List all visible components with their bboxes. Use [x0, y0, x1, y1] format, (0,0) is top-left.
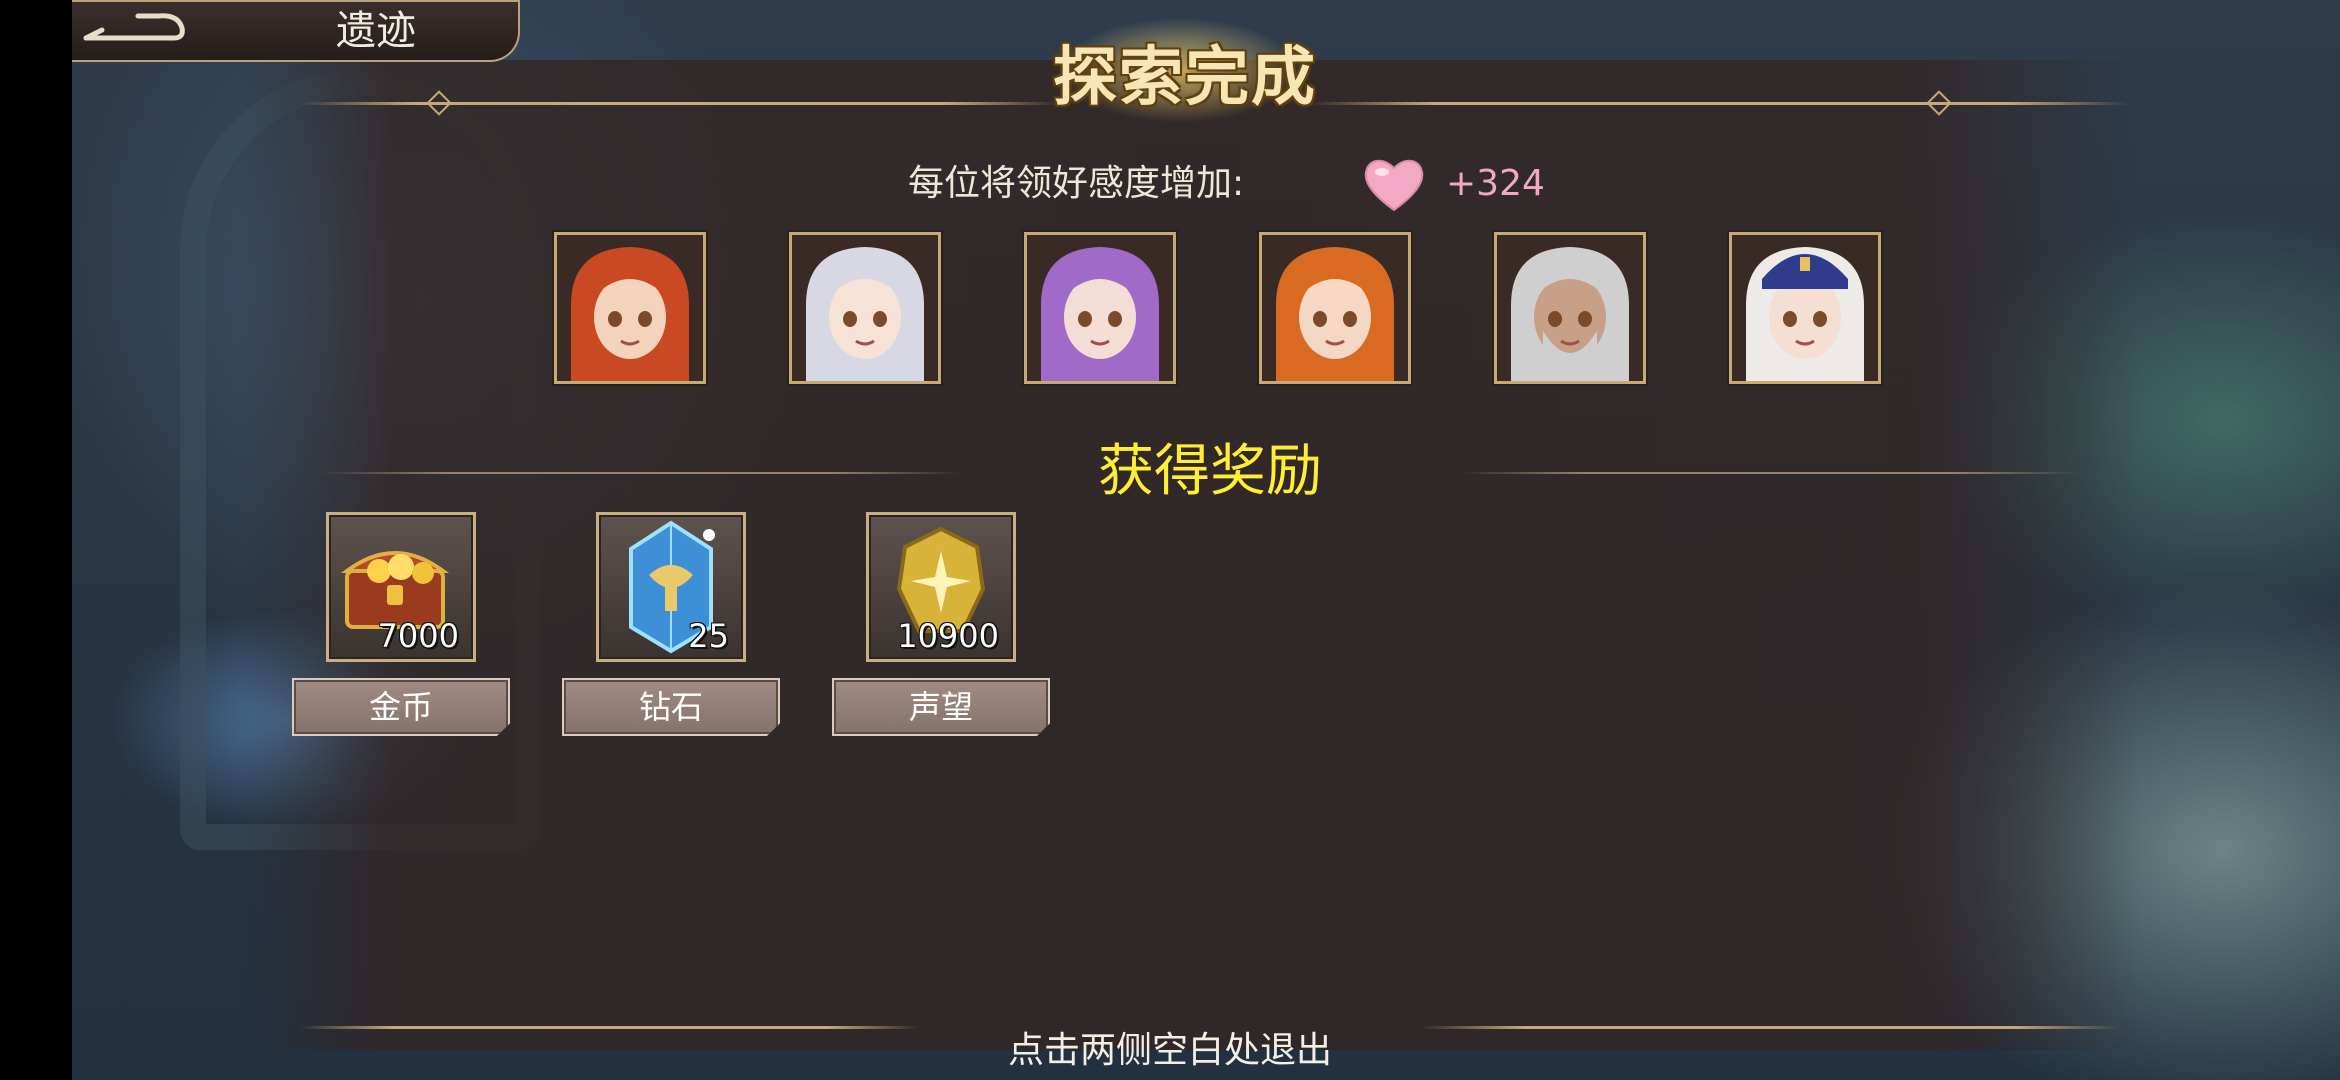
portrait-art — [1262, 235, 1408, 381]
reward-quantity: 7000 — [377, 617, 459, 655]
character-portrait-silver-hair[interactable] — [789, 232, 941, 384]
bottom-divider-left — [300, 1026, 920, 1029]
character-portrait-white-hair-cap[interactable] — [1729, 232, 1881, 384]
back-button[interactable] — [78, 4, 188, 54]
rewards-divider-right — [1460, 472, 2080, 474]
portrait-art — [1497, 235, 1643, 381]
heart-icon — [1362, 154, 1426, 214]
reward-label-gold: 金币 — [292, 678, 510, 736]
exit-hint: 点击两侧空白处退出 — [1007, 1030, 1332, 1071]
reward-item-diamond[interactable]: 25 — [596, 512, 746, 662]
rewards-divider-left — [320, 472, 960, 474]
reward-label-diamond: 钻石 — [562, 678, 780, 736]
portrait-art — [1027, 235, 1173, 381]
character-portrait-grey-beard[interactable] — [1494, 232, 1646, 384]
character-portrait-orange-hair[interactable] — [1259, 232, 1411, 384]
reward-quantity: 25 — [688, 617, 729, 655]
rewards-title: 获得奖励 — [1098, 439, 1322, 504]
portrait-art — [557, 235, 703, 381]
portrait-art — [792, 235, 938, 381]
bottom-divider-right — [1420, 1026, 2120, 1029]
reward-quantity: 10900 — [897, 617, 999, 655]
reward-item-prestige[interactable]: 10900 — [866, 512, 1016, 662]
result-panel — [240, 60, 2140, 1050]
screen-edge — [0, 0, 72, 1080]
reward-item-gold[interactable]: 7000 — [326, 512, 476, 662]
top-divider-left — [300, 102, 1060, 105]
portrait-art — [1732, 235, 1878, 381]
reward-label-prestige: 声望 — [832, 678, 1050, 736]
exploration-complete-banner: 探索完成 — [1053, 41, 1317, 115]
character-portrait-purple-hair[interactable] — [1024, 232, 1176, 384]
character-portrait-red-hair[interactable] — [554, 232, 706, 384]
back-arrow-icon — [83, 13, 185, 41]
game-screen: 遗迹 探索完成 每位将领好感度增加: +324 获得奖励 7000 金币 25 … — [0, 0, 2340, 1080]
affection-value: +324 — [1446, 163, 1545, 204]
affection-label: 每位将领好感度增加: — [908, 163, 1245, 204]
top-divider-right — [1310, 102, 2130, 105]
page-title: 遗迹 — [336, 8, 416, 54]
